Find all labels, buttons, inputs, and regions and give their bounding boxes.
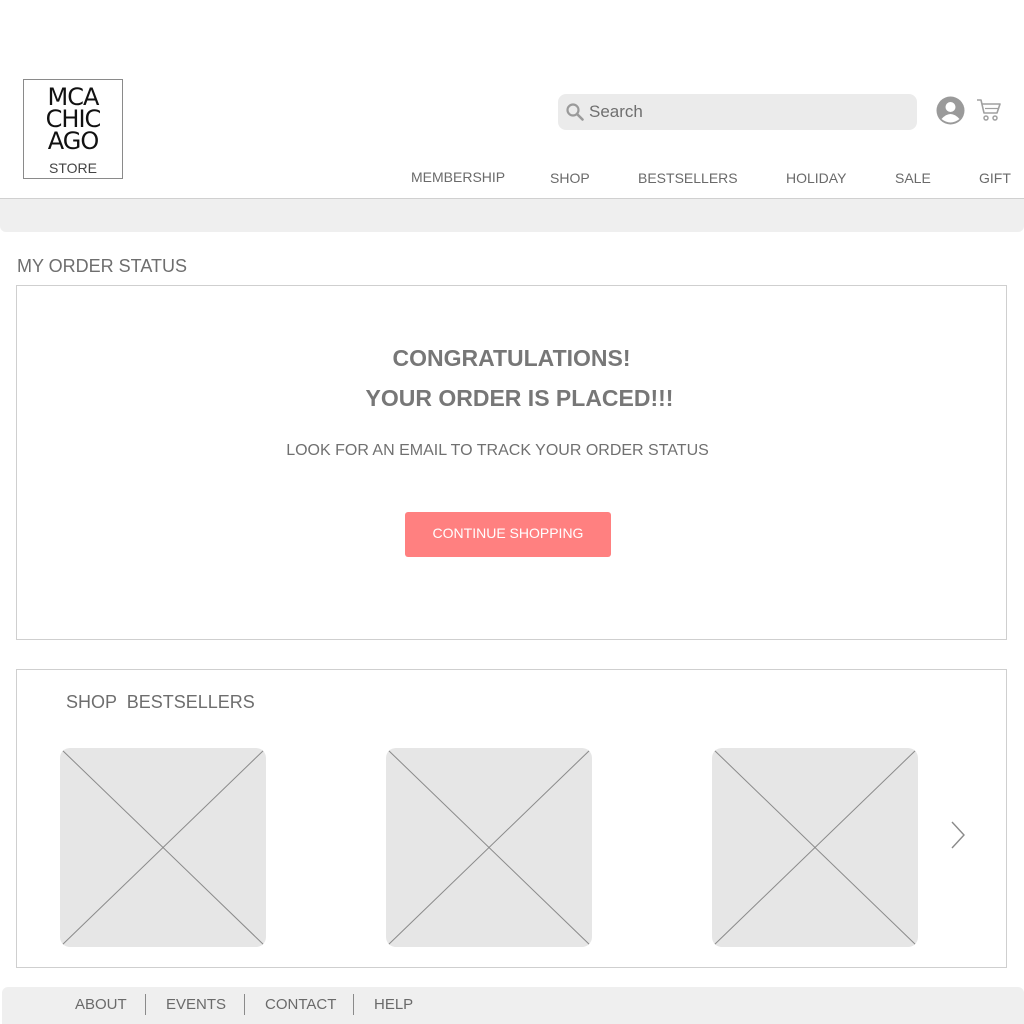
promo-bar: [0, 199, 1024, 232]
cart-icon[interactable]: [976, 98, 1002, 122]
logo-wordmark: MCA CHIC AGO: [24, 85, 122, 155]
footer-link-help[interactable]: HELP: [374, 996, 413, 1013]
nav-item-membership[interactable]: MEMBERSHIP: [411, 169, 505, 185]
nav-item-shop[interactable]: SHOP: [550, 170, 590, 186]
nav-item-sale[interactable]: SALE: [895, 170, 931, 186]
order-placed-heading: YOUR ORDER IS PLACED!!!: [365, 385, 674, 411]
footer-link-about[interactable]: ABOUT: [75, 996, 127, 1013]
email-tracking-note: LOOK FOR AN EMAIL TO TRACK YOUR ORDER ST…: [286, 442, 709, 459]
order-status-title: MY ORDER STATUS: [17, 256, 188, 276]
bestsellers-title: SHOP BESTSELLERS: [66, 692, 255, 712]
search-icon: [565, 102, 585, 122]
nav-item-gift[interactable]: GIFT: [979, 170, 1011, 186]
footer-divider: [244, 994, 245, 1015]
product-image-placeholder[interactable]: [60, 748, 266, 947]
nav-item-bestsellers[interactable]: BESTSELLERS: [638, 170, 738, 186]
logo-line-3: AGO: [47, 127, 99, 155]
product-image-placeholder[interactable]: [712, 748, 918, 947]
order-confirmation-panel: CONGRATULATIONS! YOUR ORDER IS PLACED!!!…: [16, 285, 1007, 640]
chevron-right-icon[interactable]: [948, 820, 966, 850]
continue-shopping-button[interactable]: CONTINUE SHOPPING: [405, 512, 611, 557]
product-image-placeholder[interactable]: [386, 748, 592, 947]
nav-item-holiday[interactable]: HOLIDAY: [786, 170, 846, 186]
congrats-heading: CONGRATULATIONS!: [392, 345, 631, 371]
search-input[interactable]: [589, 102, 889, 122]
bestsellers-panel: SHOP BESTSELLERS: [16, 669, 1007, 968]
search-bar[interactable]: [558, 94, 917, 130]
store-logo[interactable]: MCA CHIC AGO STORE: [23, 79, 123, 179]
account-icon[interactable]: [936, 96, 965, 125]
footer-divider: [353, 994, 354, 1015]
footer-link-events[interactable]: EVENTS: [166, 996, 226, 1013]
logo-store-label: STORE: [49, 160, 97, 176]
footer-link-contact[interactable]: CONTACT: [265, 996, 336, 1013]
footer-bar: ABOUT EVENTS CONTACT HELP: [2, 987, 1024, 1024]
footer-divider: [145, 994, 146, 1015]
